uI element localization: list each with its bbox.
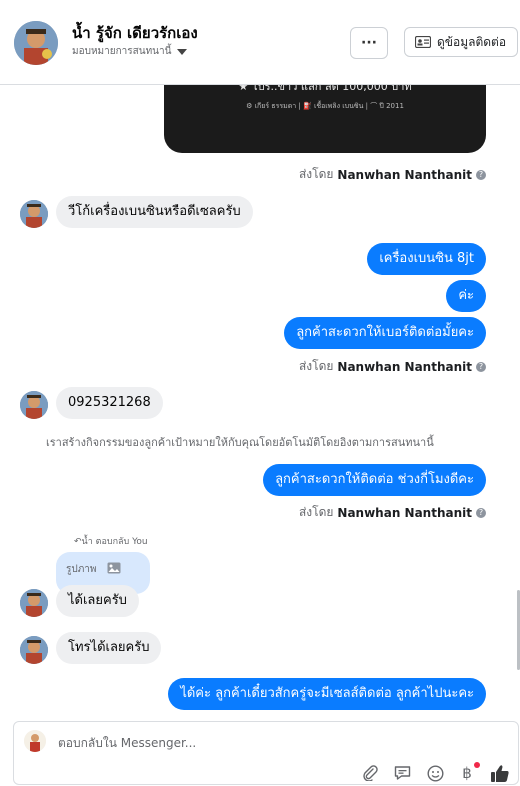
saved-reply-icon[interactable] [392, 764, 412, 782]
promo-card[interactable]: ★ โปร..ข่าว แลก ลด 100,000 บาท ⚙ เกียร์ … [164, 85, 486, 153]
incoming-message: โทรได้เลยครับ [56, 632, 162, 664]
sent-by-label: ส่งโดย Nanwhan Nanthanit ? [299, 357, 486, 376]
thumbs-up-icon[interactable] [489, 764, 511, 782]
contact-avatar[interactable] [14, 21, 58, 65]
contact-name: น้ำ รู้จัก เดียวรักเอง [72, 24, 198, 42]
sent-by-label: ส่งโดย Nanwhan Nanthanit ? [299, 165, 486, 184]
view-contact-button[interactable]: ดูข้อมูลติดต่อ [404, 27, 518, 57]
promo-headline: ★ โปร..ข่าว แลก ลด 100,000 บาท [238, 85, 412, 93]
chevron-down-icon [177, 48, 188, 55]
quoted-text: รูปภาพ [66, 564, 97, 575]
contact-card-icon [415, 36, 431, 48]
question-icon[interactable]: ? [476, 507, 486, 518]
notification-dot [474, 762, 480, 768]
outgoing-message: เครื่องเบนซิน 8jt [367, 243, 486, 275]
contact-avatar[interactable] [20, 636, 48, 664]
reply-input[interactable] [58, 736, 358, 750]
assign-label: มอบหมายการสนทนานี้ [72, 46, 172, 57]
outgoing-message: ลูกค้าสะดวกให้เบอร์ติดต่อมั้ยคะ [284, 317, 486, 349]
contact-avatar[interactable] [20, 589, 48, 617]
page-avatar [24, 730, 46, 752]
incoming-message: ได้เลยครับ [56, 585, 139, 617]
more-button[interactable]: ··· [350, 27, 388, 59]
image-icon [107, 562, 121, 574]
view-contact-label: ดูข้อมูลติดต่อ [437, 34, 507, 49]
incoming-message: 0925321268 [56, 387, 163, 419]
more-icon: ··· [361, 35, 377, 51]
attach-icon[interactable] [360, 764, 380, 782]
sent-by-label: ส่งโดย Nanwhan Nanthanit ? [299, 503, 486, 522]
reply-meta: ↶น้ำ ตอบกลับ You [74, 537, 148, 547]
outgoing-message: ลูกค้าสะดวกให้ติดต่อ ช่วงกี่โมงดีคะ [263, 464, 486, 496]
assign-conversation[interactable]: มอบหมายการสนทนานี้ [72, 44, 188, 59]
reply-arrow-icon: ↶ [74, 537, 82, 547]
conversation-header: น้ำ รู้จัก เดียวรักเอง มอบหมายการสนทนานี… [0, 0, 520, 85]
contact-avatar[interactable] [20, 391, 48, 419]
reply-composer: ฿ [13, 721, 519, 785]
contact-avatar[interactable] [20, 200, 48, 228]
promo-details: ⚙ เกียร์ ธรรมดา | ⛽ เชื้อเพลิง เบนซิน | … [246, 102, 404, 110]
outgoing-message: ค่ะ [446, 280, 486, 312]
emoji-icon[interactable] [425, 764, 445, 782]
system-note: เราสร้างกิจกรรมของลูกค้าเป้าหมายให้กับคุ… [46, 436, 434, 449]
question-icon[interactable]: ? [476, 361, 486, 372]
outgoing-message: ได้ค่ะ ลูกค้าเดี๋ยวสักครู่จะมีเซลส์ติดต่… [168, 678, 486, 710]
question-icon[interactable]: ? [476, 169, 486, 180]
incoming-message: วีโก้เครื่องเบนซินหรือดีเซลครับ [56, 196, 253, 228]
message-thread[interactable]: ★ โปร..ข่าว แลก ลด 100,000 บาท ⚙ เกียร์ … [0, 85, 520, 721]
